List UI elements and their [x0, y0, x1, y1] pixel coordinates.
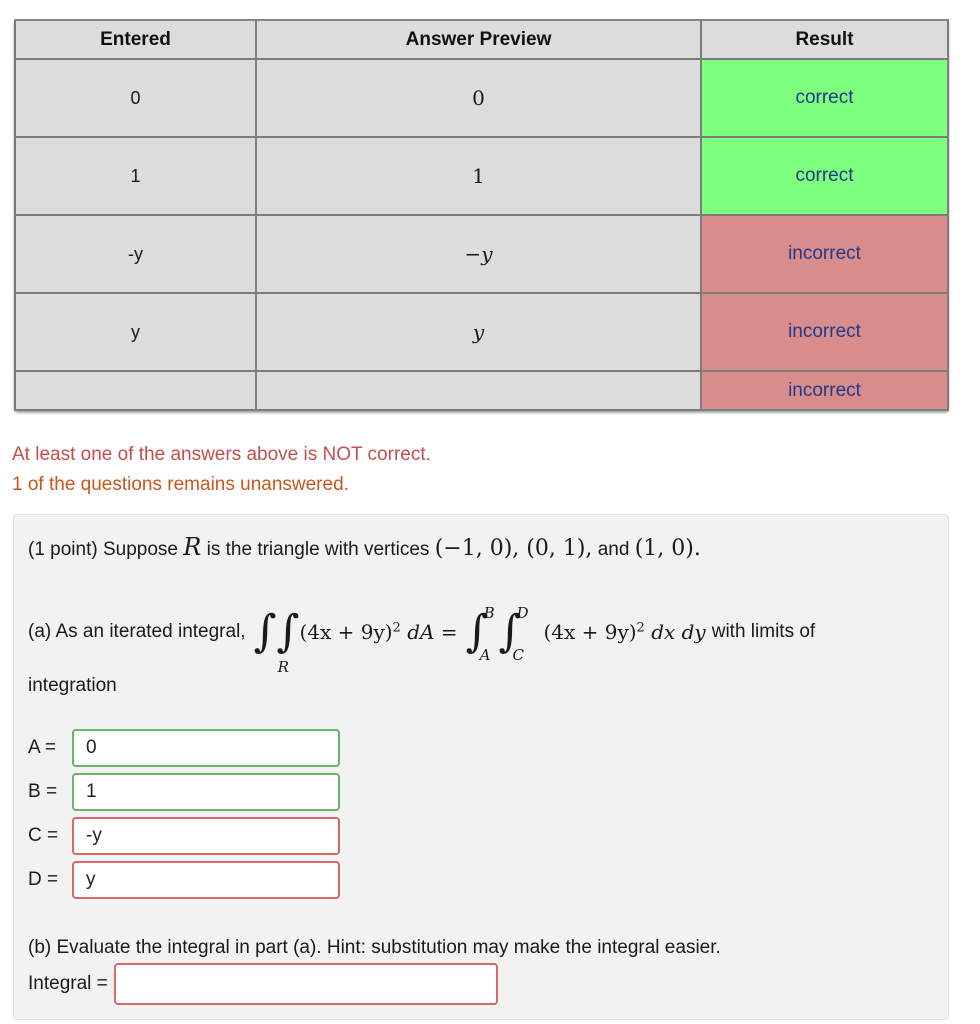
intro-text: is the triangle with vertices: [201, 539, 435, 560]
problem-intro: (1 point) Suppose R is the triangle with…: [28, 533, 701, 561]
field-row-D: D =: [28, 861, 340, 899]
answer-C-input[interactable]: [72, 817, 340, 855]
result-cell: correct: [700, 58, 949, 138]
problem-panel: (1 point) Suppose R is the triangle with…: [13, 514, 949, 1020]
unanswered-message: 1 of the questions remains unanswered.: [12, 474, 349, 495]
dxdy-text: dx dy: [651, 620, 706, 644]
not-correct-message: At least one of the answers above is NOT…: [12, 444, 431, 465]
field-row-B: B =: [28, 773, 340, 811]
double-integral-symbol: ∫∫ R: [253, 606, 300, 676]
preview-cell: y: [255, 292, 702, 372]
entered-cell: 0: [14, 58, 257, 138]
integrand-text: (4x + 9y): [543, 620, 637, 644]
intro-text: (1 point) Suppose: [28, 539, 184, 560]
region-variable: R: [183, 533, 202, 561]
results-header-row: Entered Answer Preview Result: [14, 19, 949, 60]
result-cell: incorrect: [700, 370, 949, 411]
field-row-C: C =: [28, 817, 340, 855]
dA-text: dA =: [407, 620, 458, 644]
header-entered: Entered: [14, 19, 257, 60]
label-B: B =: [28, 781, 58, 802]
preview-cell: 0: [255, 58, 702, 138]
entered-cell: [14, 370, 257, 411]
label-A: A =: [28, 737, 56, 758]
answer-A-input[interactable]: [72, 729, 340, 767]
limit-D: D: [516, 604, 529, 622]
preview-cell: 1: [255, 136, 702, 216]
entered-cell: 1: [14, 136, 257, 216]
table-row: y y incorrect: [14, 292, 949, 372]
answer-D-input[interactable]: [72, 861, 340, 899]
exponent: 2: [636, 620, 645, 636]
label-D: D =: [28, 869, 59, 890]
header-answer-preview: Answer Preview: [255, 19, 702, 60]
field-row-A: A =: [28, 729, 340, 767]
answer-B-input[interactable]: [72, 773, 340, 811]
table-row: -y −y incorrect: [14, 214, 949, 294]
result-cell: correct: [700, 136, 949, 216]
label-C: C =: [28, 825, 59, 846]
entered-cell: -y: [14, 214, 257, 294]
inner-integral-symbol: ∫ D C: [498, 604, 529, 664]
part-a-prefix: (a) As an iterated integral,: [28, 621, 246, 642]
limit-B: B: [483, 604, 495, 622]
limit-A: A: [479, 646, 491, 664]
part-b-text: (b) Evaluate the integral in part (a). H…: [28, 937, 721, 958]
vertices-text: (−1, 0), (0, 1),: [434, 536, 593, 561]
region-subscript: R: [277, 658, 289, 676]
result-cell: incorrect: [700, 292, 949, 372]
integrand-right: (4x + 9y)2 dx dy: [543, 620, 705, 644]
table-row: 0 0 correct: [14, 58, 949, 138]
part-a-suffix: with limits of: [711, 621, 816, 642]
part-a-continuation: integration: [28, 675, 117, 696]
results-table: Entered Answer Preview Result 0 0 correc…: [14, 19, 949, 411]
limit-C: C: [512, 646, 524, 664]
header-result: Result: [700, 19, 949, 60]
intro-text: and: [592, 539, 635, 560]
exponent: 2: [392, 620, 401, 636]
preview-cell: [255, 370, 702, 411]
vertices-text: (1, 0).: [634, 536, 701, 561]
outer-integral-symbol: ∫ B A: [465, 604, 495, 664]
table-row: incorrect: [14, 370, 949, 411]
integrand-text: (4x + 9y): [299, 620, 393, 644]
integral-input[interactable]: [113, 963, 498, 1005]
preview-cell: −y: [255, 214, 702, 294]
entered-cell: y: [14, 292, 257, 372]
integrand: (4x + 9y)2 dA =: [299, 620, 457, 644]
integral-label: Integral =: [28, 973, 108, 994]
integral-row: Integral =: [28, 963, 498, 1005]
result-cell: incorrect: [700, 214, 949, 294]
table-row: 1 1 correct: [14, 136, 949, 216]
